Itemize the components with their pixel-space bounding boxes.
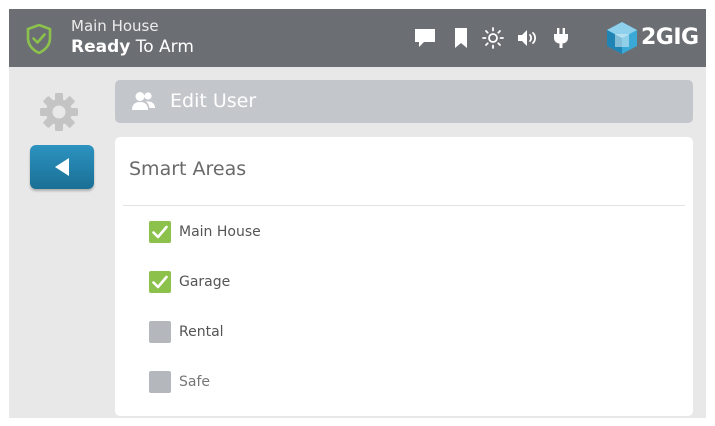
gear-icon[interactable]: [38, 91, 80, 133]
status-bar: Main House Ready To Arm 2GIG: [9, 9, 706, 67]
power-plug-icon: [554, 28, 568, 48]
user-icon: [132, 92, 155, 110]
checkbox-checked[interactable]: [149, 221, 171, 243]
smart-areas-panel: Smart Areas Main House Garage Rental Saf…: [115, 137, 693, 416]
brand-name: 2GIG: [641, 25, 699, 50]
checkmark-icon: [152, 275, 168, 289]
shield-check-icon: [26, 24, 52, 54]
logo-cube-icon: [607, 22, 637, 54]
volume-icon[interactable]: [515, 26, 539, 50]
page-header: Edit User: [115, 80, 693, 123]
arm-status-rest: To Arm: [130, 37, 194, 57]
back-arrow-icon: [55, 158, 69, 176]
arm-status: Ready To Arm: [71, 37, 194, 57]
page-title: Edit User: [170, 90, 257, 112]
panel-title: Smart Areas: [129, 158, 247, 180]
divider: [123, 205, 685, 206]
bookmark-icon[interactable]: [449, 26, 473, 50]
message-icon[interactable]: [413, 26, 437, 50]
checkbox-unchecked[interactable]: [149, 321, 171, 343]
screen: Main House Ready To Arm 2GIG Edit User S…: [9, 9, 706, 418]
arm-status-bold: Ready: [71, 37, 131, 57]
area-label: Safe: [179, 374, 211, 390]
checkbox-checked[interactable]: [149, 271, 171, 293]
brightness-icon[interactable]: [481, 26, 505, 50]
brand-logo: 2GIG: [605, 19, 700, 57]
back-button[interactable]: [30, 145, 94, 189]
area-name: Main House: [71, 17, 159, 35]
area-label: Main House: [179, 224, 261, 240]
checkmark-icon: [152, 225, 168, 239]
area-label: Rental: [179, 324, 224, 340]
area-label: Garage: [179, 274, 231, 290]
checkbox-unchecked[interactable]: [149, 371, 171, 393]
